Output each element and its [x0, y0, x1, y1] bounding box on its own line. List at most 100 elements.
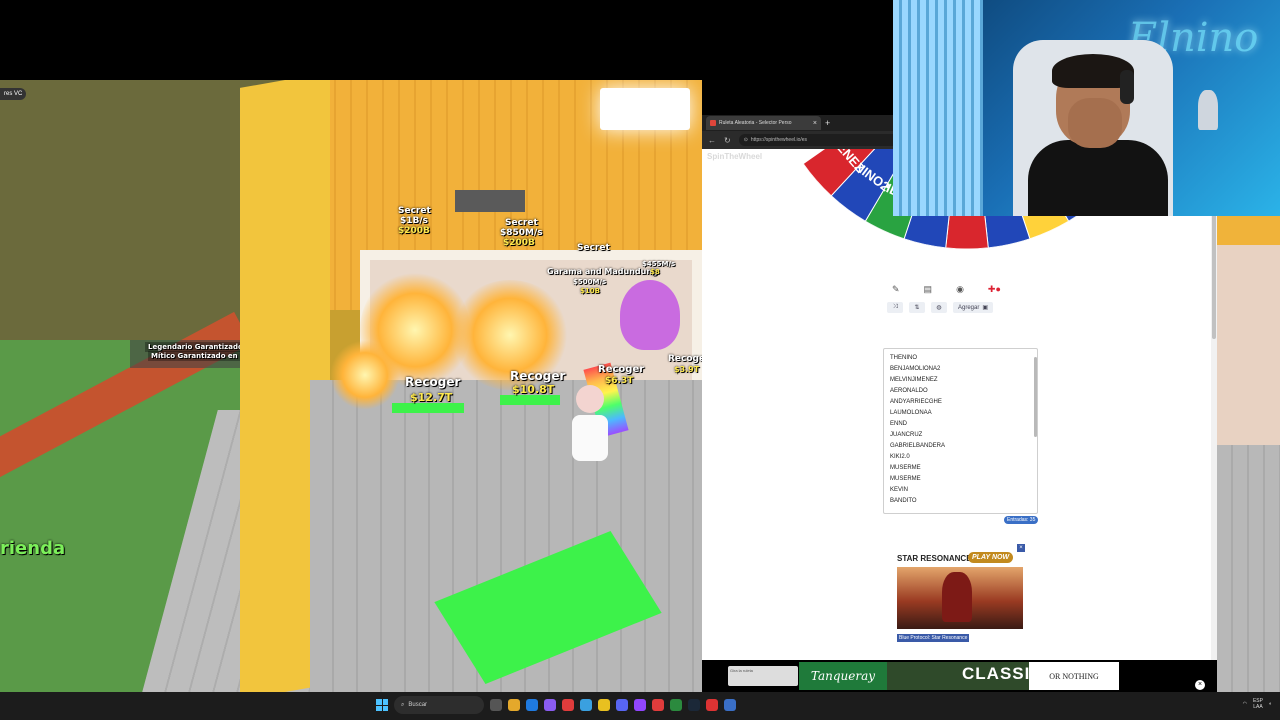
steam-icon[interactable]	[688, 699, 700, 711]
entry-item: MELVINJIMENEZ	[890, 377, 938, 383]
entry-item: MUSERME	[890, 465, 921, 471]
star-resonance-ad[interactable]: × STAR RESONANCE PLAY NOW Blue Protocol:…	[895, 544, 1025, 654]
collect-pad[interactable]	[500, 395, 560, 405]
ad-left-text: Gira la ruleta	[728, 666, 798, 686]
headset-icon	[1120, 70, 1134, 104]
volume-icon[interactable]: ◐	[1269, 701, 1272, 707]
recoger-label-2: Recoger	[510, 369, 566, 383]
editor-toolbar: ✎ ▤ ◉ ✚●	[892, 284, 1001, 295]
twitch-icon[interactable]	[634, 699, 646, 711]
obs-icon[interactable]	[706, 699, 718, 711]
recoger-label-3: Recoger	[598, 364, 645, 375]
cam-window-blinds	[893, 0, 983, 216]
entry-item: KIKI2.0	[890, 454, 910, 460]
pet2-price: $200B	[503, 238, 535, 248]
recoger-label-1: Recoger	[405, 375, 461, 389]
ad-close-icon[interactable]: ×	[1195, 680, 1205, 690]
pet3-secret: Secret	[577, 243, 610, 253]
ad-close-icon[interactable]: ×	[1017, 544, 1025, 552]
entries-scrollbar[interactable]	[1034, 357, 1037, 437]
hide-eye-icon[interactable]: ◉	[956, 284, 964, 295]
pet4-price: $8	[650, 268, 660, 276]
search-icon: ⌕	[401, 701, 405, 708]
bottom-ad-banner[interactable]: Gira la ruleta Tanqueray CLASSIC OR NOTH…	[702, 660, 1217, 692]
clipboard-icon[interactable]: ▤	[924, 284, 933, 295]
youtube-icon[interactable]	[652, 699, 664, 711]
screen: Legendario Garantizado en 02:49 Mítico G…	[0, 0, 1280, 720]
image-icon[interactable]: ◍	[931, 302, 947, 313]
xbox-icon[interactable]	[670, 699, 682, 711]
page-content: SpinTheWheel LUCIOGABXXELMARTIN02ZR538RO…	[702, 149, 1217, 660]
entry-item: LAUMOLONAA	[890, 410, 932, 416]
edit-pencil-icon[interactable]: ✎	[892, 284, 900, 295]
windows-start-icon[interactable]	[376, 699, 388, 711]
pet3-rate: $500M/s	[573, 278, 607, 286]
ad-brand: STAR RESONANCE	[897, 554, 972, 563]
language-indicator[interactable]: ESP LAA	[1253, 698, 1263, 710]
webcam-overlay: Elnino	[893, 0, 1280, 216]
voice-chat-badge[interactable]: res VC	[0, 88, 27, 100]
streamer	[1028, 54, 1168, 216]
system-tray: ◠ ESP LAA ◐	[1243, 698, 1272, 710]
app-icon[interactable]	[544, 699, 556, 711]
recoger-amount-2: $10.8T	[512, 383, 555, 396]
entries-textarea[interactable]: THENINO BENJAMOLIONA2 MELVINJIMENEZ AERONAL…	[883, 348, 1038, 514]
pet1-price: $200B	[398, 226, 430, 236]
recoger-amount-3: $6.3T	[605, 376, 634, 386]
entry-item: ANDYARRIECGHE	[890, 399, 942, 405]
collect-pad[interactable]	[392, 403, 464, 413]
file-explorer-icon[interactable]	[508, 699, 520, 711]
browser-tab[interactable]: Ruleta Aleatoria - Selector Perso ×	[706, 116, 821, 130]
url-text: https://spinthewheel.io/es	[750, 137, 808, 143]
app-icon[interactable]	[562, 699, 574, 711]
sort-icon[interactable]: ⇅	[909, 302, 925, 313]
new-tab-icon[interactable]: +	[825, 118, 830, 128]
ad-tagline: OR NOTHING	[1029, 662, 1119, 690]
pet4-rate: $455M/s	[642, 260, 676, 268]
pet1-rate: $1B/s	[400, 216, 429, 226]
color-palette-icon[interactable]: ✚●	[988, 284, 1001, 295]
edge-icon[interactable]	[526, 699, 538, 711]
game-viewport[interactable]: Legendario Garantizado en 02:49 Mítico G…	[0, 80, 702, 692]
site-logo[interactable]: SpinTheWheel	[707, 152, 762, 161]
entry-item: BENJAMOLIONA2	[890, 366, 941, 372]
picture-icon: ▣	[982, 305, 989, 311]
game-right-strip	[1217, 215, 1280, 692]
fire-effect	[330, 340, 400, 410]
task-view-icon[interactable]	[490, 699, 502, 711]
entries-list: THENINO BENJAMOLIONA2 MELVINJIMENEZ AERONAL…	[890, 353, 1031, 507]
pet-pink	[620, 280, 680, 350]
shuffle-icon[interactable]: ⤨	[887, 302, 903, 313]
entry-item: JUANCRUZ	[890, 432, 923, 438]
back-arrow-icon[interactable]: ←	[708, 136, 716, 145]
ceiling-light	[600, 88, 690, 130]
pet3-price: $10B	[580, 287, 600, 295]
discord-icon[interactable]	[616, 699, 628, 711]
app-icon[interactable]	[724, 699, 736, 711]
page-scrollbar[interactable]	[1211, 149, 1217, 660]
reload-icon[interactable]: ↻	[724, 136, 731, 145]
agregar-label: Agregar	[958, 304, 980, 311]
close-tab-icon[interactable]: ×	[813, 120, 817, 127]
taskbar: ⌕ Buscar ◠ ESP LAA ◐	[0, 692, 1280, 720]
taskbar-search[interactable]: ⌕ Buscar	[394, 696, 484, 714]
ad-caption: Blue Protocol: Star Resonance	[897, 634, 970, 642]
recoger-amount-1: $12.7T	[410, 391, 453, 404]
entry-item: BANDITO	[890, 498, 917, 504]
entry-item: THENINO	[890, 355, 917, 361]
site-info-icon[interactable]: ⊙	[744, 137, 748, 143]
entry-item: KEVIN	[890, 487, 909, 493]
add-image-button[interactable]: Agregar ▣	[953, 302, 994, 313]
taskbar-center: ⌕ Buscar	[376, 696, 736, 714]
wifi-icon[interactable]: ◠	[1243, 701, 1247, 707]
recoger-amount-4: $3.9T	[674, 365, 700, 374]
app-icon[interactable]	[580, 699, 592, 711]
chrome-icon[interactable]	[598, 699, 610, 711]
entry-item: GABRIELBANDERA	[890, 443, 946, 449]
player-avatar	[570, 385, 610, 465]
ad-play-button[interactable]: PLAY NOW	[968, 552, 1014, 563]
ceiling-beam	[455, 190, 525, 212]
entry-item: AERONALDO	[890, 388, 928, 394]
tab-title: Ruleta Aleatoria - Selector Perso	[719, 120, 792, 126]
search-placeholder: Buscar	[408, 702, 428, 708]
